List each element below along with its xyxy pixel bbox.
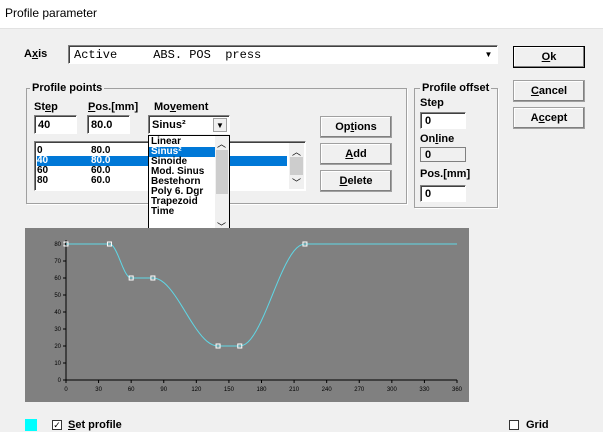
pos-input[interactable]: 80.0 <box>87 115 130 134</box>
online-value: 0 <box>420 147 466 162</box>
options-button[interactable]: Options <box>320 116 392 138</box>
profile-chart: 0 10 20 30 40 50 60 70 80 0 30 60 90 120 150 180 210 240 2… <box>25 228 469 402</box>
profile-series-line <box>66 243 457 347</box>
x-tick-label: 330 <box>419 387 430 393</box>
profile-points-title: Profile points <box>30 82 105 94</box>
chevron-up-icon[interactable]: ︿ <box>217 137 226 150</box>
profile-chart-svg: 0 10 20 30 40 50 60 70 80 0 30 60 90 120 150 180 210 240 2… <box>54 240 463 393</box>
delete-button[interactable]: Delete <box>320 170 392 192</box>
offset-pos-input[interactable]: 0 <box>420 185 466 202</box>
x-tick-label: 240 <box>322 387 333 393</box>
scrollbar-thumb[interactable] <box>216 150 228 194</box>
online-label: Online <box>420 133 455 145</box>
x-tick-label: 300 <box>387 387 398 393</box>
y-tick-label: 70 <box>54 259 61 265</box>
accept-button[interactable]: Accept <box>513 107 585 129</box>
offset-pos-label: Pos.[mm] <box>420 168 471 180</box>
window-title: Profile parameter <box>5 6 98 20</box>
y-tick-label: 20 <box>54 344 61 350</box>
chevron-down-icon[interactable]: ﹀ <box>292 176 301 189</box>
y-tick-label: 10 <box>54 361 61 367</box>
y-tick-label: 0 <box>58 378 62 384</box>
x-tick-label: 30 <box>95 387 102 393</box>
x-tick-label: 90 <box>160 387 167 393</box>
x-tick-label: 60 <box>128 387 135 393</box>
set-profile-checkbox[interactable]: ✓ <box>52 420 62 430</box>
offset-step-label: Step <box>420 97 444 109</box>
x-tick-label: 150 <box>224 387 235 393</box>
grid-checkbox[interactable] <box>509 420 519 430</box>
axis-select[interactable]: Active ABS. POS press ▼ <box>68 45 498 64</box>
dropdown-scrollbar[interactable]: ︿ ﹀ <box>215 136 229 234</box>
movement-select[interactable]: Sinus² ▼ <box>148 115 230 134</box>
ok-button[interactable]: Ok <box>513 46 585 68</box>
set-profile-label: Set profile <box>68 419 122 431</box>
title-bar: Profile parameter <box>0 0 603 29</box>
profile-offset-title: Profile offset <box>420 82 492 94</box>
step-input[interactable]: 40 <box>34 115 77 134</box>
offset-step-input[interactable]: 0 <box>420 112 466 129</box>
axis-select-value: Active ABS. POS press <box>74 48 262 62</box>
y-tick-label: 80 <box>54 242 61 248</box>
grid-label: Grid <box>526 419 549 431</box>
x-tick-label: 270 <box>354 387 365 393</box>
scrollbar-thumb[interactable] <box>290 157 303 175</box>
chevron-down-icon[interactable]: ▼ <box>213 118 227 132</box>
movement-dropdown[interactable]: Linear Sinus² Sinoide Mod. Sinus Besteho… <box>148 135 230 235</box>
x-tick-label: 180 <box>256 387 267 393</box>
legend-swatch <box>25 419 37 431</box>
cancel-button[interactable]: Cancel <box>513 80 585 102</box>
movement-option[interactable]: Time <box>149 207 215 217</box>
x-tick-label: 360 <box>452 387 463 393</box>
x-tick-label: 120 <box>191 387 202 393</box>
y-tick-label: 60 <box>54 276 61 282</box>
y-tick-label: 30 <box>54 327 61 333</box>
step-header: Step <box>34 101 58 113</box>
add-button[interactable]: Add <box>320 143 392 165</box>
x-tick-label: 210 <box>289 387 300 393</box>
movement-options: Linear Sinus² Sinoide Mod. Sinus Besteho… <box>149 137 215 217</box>
axis-label: Axis <box>24 48 48 60</box>
pos-header: Pos.[mm] <box>88 101 139 113</box>
movement-header: Movement <box>154 101 209 113</box>
x-tick-label: 0 <box>64 387 68 393</box>
y-tick-label: 50 <box>54 293 61 299</box>
chevron-down-icon[interactable]: ▼ <box>482 48 495 61</box>
list-scrollbar[interactable]: ︿ ﹀ <box>289 143 304 189</box>
y-tick-label: 40 <box>54 310 61 316</box>
